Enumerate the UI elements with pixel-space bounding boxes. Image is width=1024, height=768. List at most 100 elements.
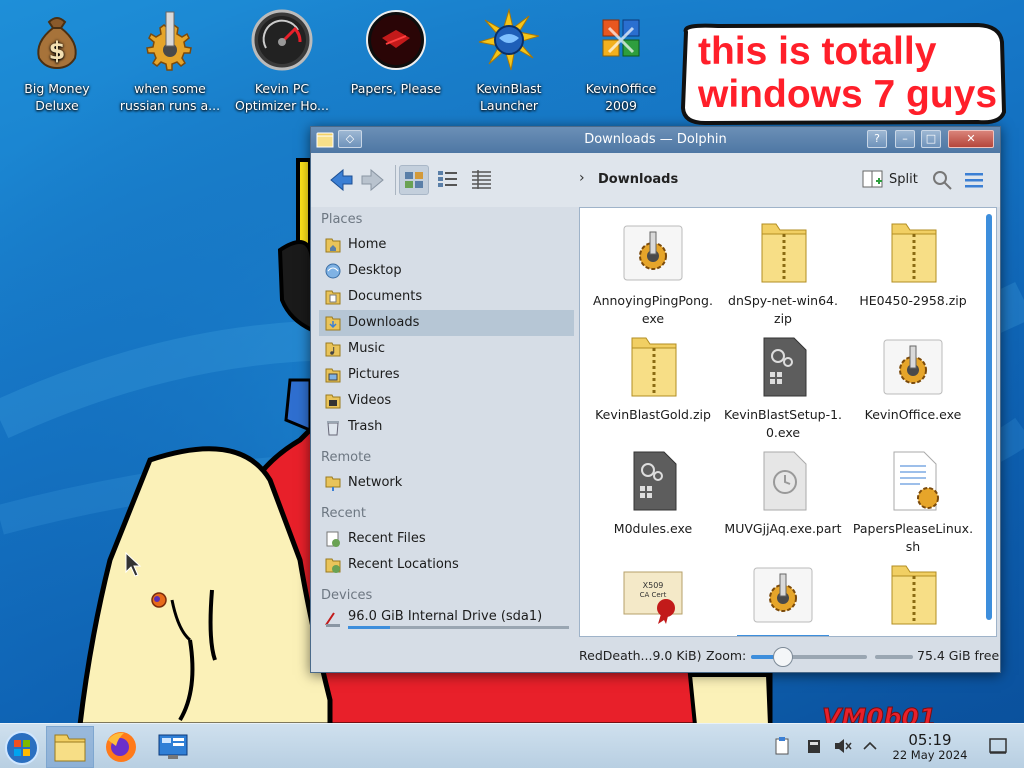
zip-folder-icon (761, 223, 807, 283)
desktop-icon-papers-please[interactable]: Papers, Please (340, 6, 452, 97)
bubble-line-2: windows 7 guys (698, 73, 998, 116)
desktop-icon-label: Launcher (479, 98, 539, 113)
places-item-label: Network (348, 475, 403, 490)
svg-text:$: $ (49, 37, 66, 65)
places-item-recent-locations[interactable]: Recent Locations (319, 552, 574, 578)
places-item-downloads[interactable]: Downloads (319, 310, 574, 336)
selection-status: RedDeath...9.0 KiB) (579, 648, 702, 663)
file-item[interactable]: ВĕҢíηdYŏŭ.zip (846, 558, 980, 636)
desktop-icon-russian-runs[interactable]: when some russian runs a... (114, 6, 226, 114)
free-space-label: 75.4 GiB free (917, 648, 1000, 663)
file-item[interactable]: AnnoyingPingPong. exe (586, 216, 720, 328)
hamburger-menu-icon[interactable] (963, 169, 985, 191)
file-item[interactable]: HE0450-2958.zip (846, 216, 980, 310)
show-desktop-icon[interactable] (988, 736, 1008, 756)
places-item-trash[interactable]: Trash (319, 414, 574, 440)
file-item[interactable]: KevinBlastSetup-1. 0.exe (716, 330, 850, 442)
documents-folder-icon (325, 290, 341, 305)
bubble-line-1: this is totally (698, 30, 937, 73)
file-name-line2: sh (905, 539, 921, 554)
zip-folder-icon (631, 337, 677, 397)
desktop-icon-label: KevinBlast (476, 81, 542, 96)
file-name: M0dules.exe (613, 521, 693, 536)
desktop-icon-big-money-deluxe[interactable]: $ Big Money Deluxe (1, 6, 113, 114)
clipboard-icon[interactable] (772, 736, 792, 756)
back-arrow-icon[interactable] (327, 166, 355, 194)
places-item-label: Downloads (348, 315, 420, 330)
zip-folder-icon (891, 565, 937, 625)
compact-view-icon (438, 171, 457, 187)
minimize-button[interactable]: – (895, 130, 915, 148)
icons-view-button[interactable] (399, 165, 429, 195)
taskbar-dolphin[interactable] (46, 726, 94, 768)
places-item-recent-files[interactable]: Recent Files (319, 526, 574, 552)
zoom-slider[interactable] (751, 647, 867, 667)
taskbar-system-settings[interactable] (150, 726, 196, 768)
file-name: dnSpy-net-win64. (728, 293, 838, 308)
start-button[interactable] (0, 726, 46, 768)
places-item-label: Recent Files (348, 531, 426, 546)
file-item[interactable]: X509CA Cert penis.crt (586, 558, 720, 636)
section-devices: Devices (321, 588, 373, 603)
money-bag-icon: $ (37, 17, 77, 70)
file-name: KevinOffice.exe (864, 407, 962, 422)
dolphin-window: ◇ Downloads — Dolphin ? – □ ✕ › Download… (310, 126, 1001, 673)
breadcrumb[interactable]: Downloads (598, 172, 678, 187)
places-item-internal-drive[interactable]: 96.0 GiB Internal Drive (sda1) (319, 606, 574, 632)
file-name: AnnoyingPingPong. (593, 293, 713, 308)
desktop-icon-kevin-pc-optimizer[interactable]: Kevin PC Optimizer Ho... (226, 6, 338, 114)
zoom-slider-handle[interactable] (773, 647, 794, 667)
desktop-icon-kevinoffice-2009[interactable]: KevinOffice 2009 (565, 6, 677, 114)
places-item-music[interactable]: Music (319, 336, 574, 362)
free-space-bar (875, 655, 913, 659)
places-item-home[interactable]: Home (319, 232, 574, 258)
section-remote: Remote (321, 450, 372, 465)
close-button[interactable]: ✕ (948, 130, 994, 148)
file-item[interactable]: dnSpy-net-win64. zip (716, 216, 850, 328)
places-item-label: Home (348, 237, 387, 252)
blast-launcher-icon (478, 8, 540, 71)
places-item-desktop[interactable]: Desktop (319, 258, 574, 284)
clock[interactable]: 05:19 22 May 2024 (890, 732, 970, 762)
file-item[interactable]: PapersPleaseLinux. sh (846, 444, 980, 556)
volume-muted-icon[interactable] (832, 736, 852, 756)
maximize-button[interactable]: □ (921, 130, 941, 148)
clock-date: 22 May 2024 (892, 748, 968, 762)
desktop-icon-kevinblast-launcher[interactable]: KevinBlast Launcher (453, 6, 565, 114)
firefox-icon (106, 732, 136, 762)
compact-view-button[interactable] (433, 165, 463, 195)
file-item[interactable]: KevinOffice.exe (846, 330, 980, 424)
file-item[interactable]: KevinBlastGold.zip (586, 330, 720, 424)
taskbar: 05:19 22 May 2024 (0, 723, 1024, 768)
folder-icon (54, 734, 86, 762)
help-button[interactable]: ? (867, 130, 887, 148)
places-item-label: Videos (348, 393, 392, 408)
places-item-documents[interactable]: Documents (319, 284, 574, 310)
papers-please-icon (366, 10, 426, 70)
places-item-pictures[interactable]: Pictures (319, 362, 574, 388)
forward-arrow-icon[interactable] (359, 166, 387, 194)
split-button[interactable]: Split (861, 167, 918, 193)
file-name: HE0450-2958.zip (859, 293, 967, 308)
places-item-network[interactable]: Network (319, 470, 574, 496)
videos-folder-icon (325, 394, 341, 409)
chevron-up-icon[interactable] (860, 736, 880, 756)
title-bar[interactable]: ◇ Downloads — Dolphin ? – □ ✕ (311, 127, 1000, 153)
search-icon[interactable] (931, 169, 953, 191)
places-panel: Places Home Desktop Documents Downloads … (315, 207, 574, 637)
music-folder-icon (325, 342, 341, 357)
file-item[interactable]: RedDeath.exe (716, 558, 850, 636)
file-name: ВĕҢíηdYŏŭ.zip (868, 635, 958, 636)
section-places: Places (321, 212, 363, 227)
file-view[interactable]: AnnoyingPingPong. exe dnSpy-net-win64. zip H… (579, 207, 997, 637)
details-view-button[interactable] (467, 165, 497, 195)
places-item-videos[interactable]: Videos (319, 388, 574, 414)
file-item[interactable]: M0dules.exe (586, 444, 720, 538)
taskbar-firefox[interactable] (98, 726, 144, 768)
scrollbar[interactable] (986, 214, 992, 620)
desktop-icon-label: 2009 (605, 98, 637, 113)
certificate-icon: X509CA Cert (623, 571, 683, 624)
file-item[interactable]: MUVGjjAq.exe.part (716, 444, 850, 538)
device-notifier-icon[interactable] (804, 736, 824, 756)
desktop-icon-label: KevinOffice (585, 81, 657, 96)
